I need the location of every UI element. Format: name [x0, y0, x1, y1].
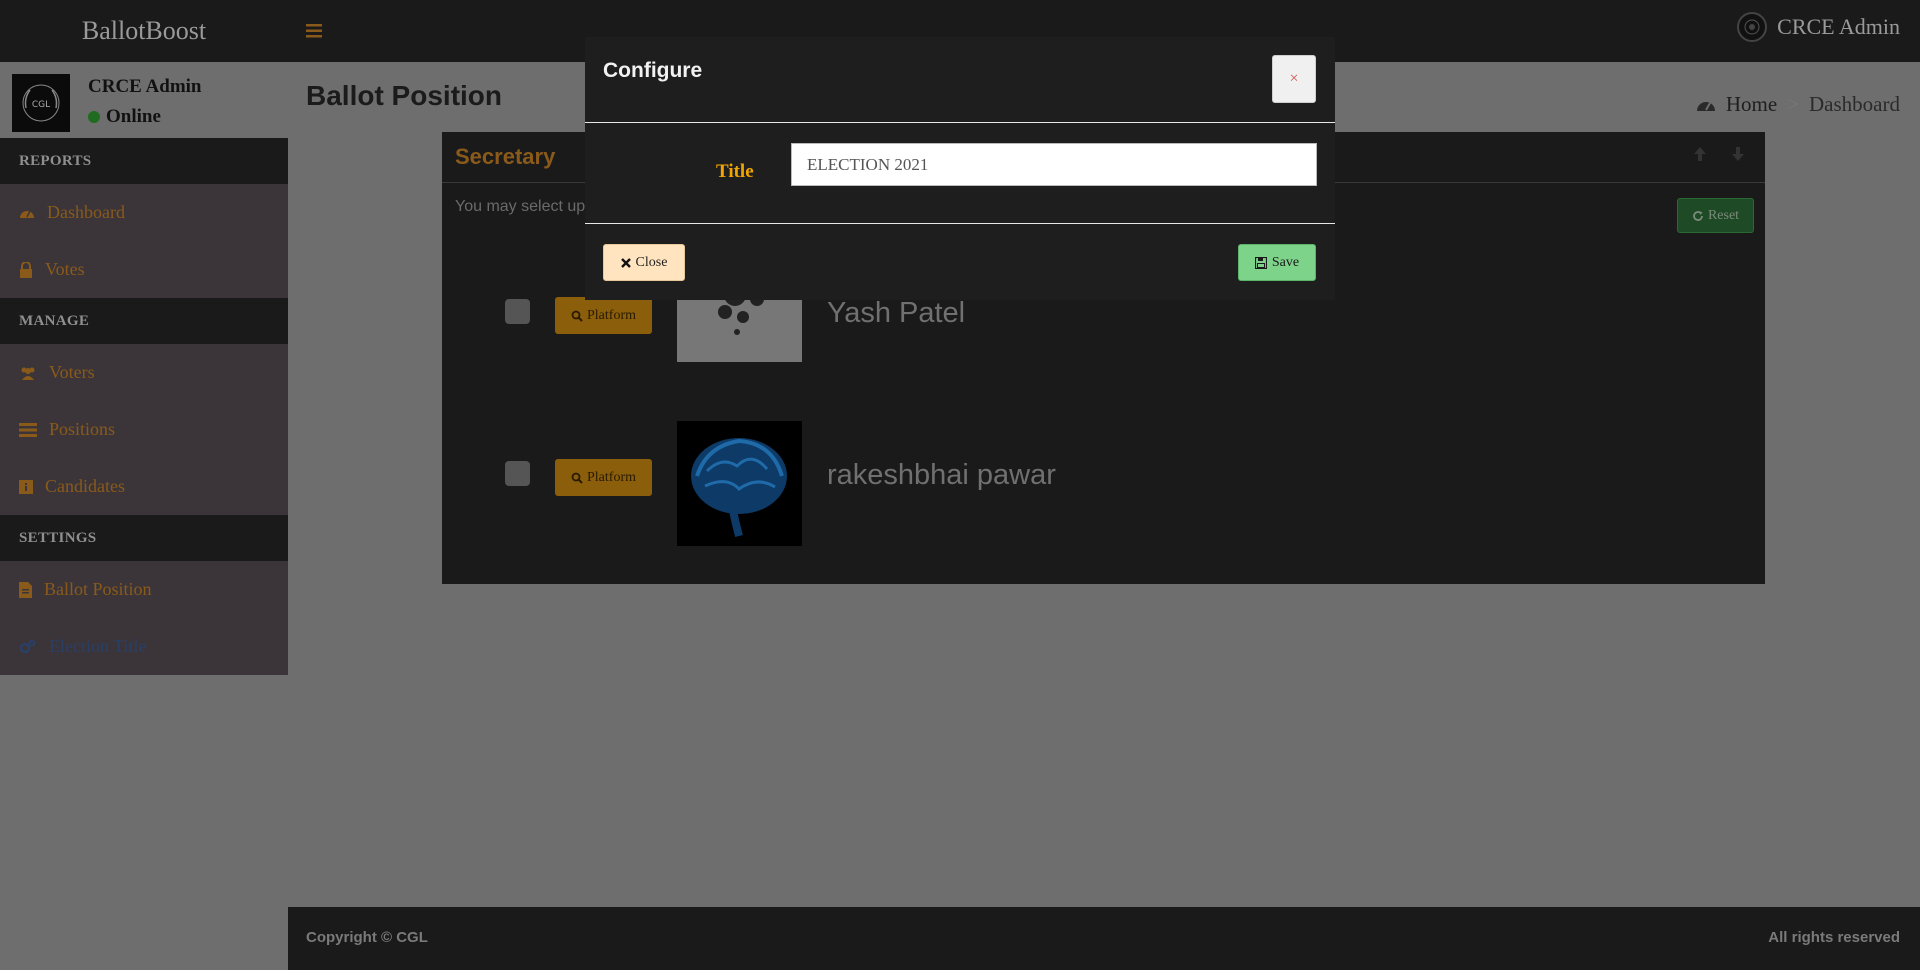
save-icon	[1254, 256, 1267, 269]
close-button[interactable]: Close	[603, 244, 685, 281]
title-input[interactable]	[791, 143, 1317, 186]
close-label: Close	[635, 254, 668, 270]
title-field-label: Title	[716, 161, 754, 182]
save-button[interactable]: Save	[1238, 244, 1316, 281]
configure-modal: Configure × Title Close Save	[585, 37, 1335, 300]
modal-body: Title	[585, 123, 1335, 224]
modal-title: Configure	[603, 59, 703, 82]
modal-close-x-button[interactable]: ×	[1272, 55, 1316, 103]
close-icon	[620, 257, 631, 268]
close-icon: ×	[1289, 70, 1299, 87]
save-label: Save	[1271, 254, 1300, 270]
modal-footer: Close Save	[585, 224, 1335, 299]
modal-header: Configure ×	[585, 37, 1335, 123]
